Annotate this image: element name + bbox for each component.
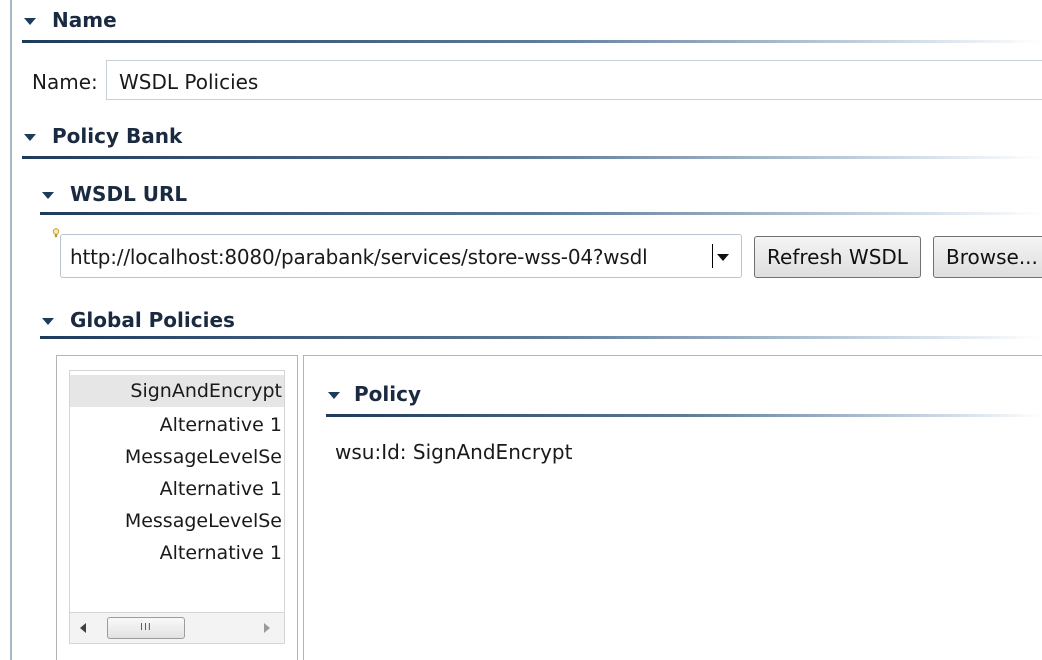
browse-button[interactable]: Browse... [933,236,1042,278]
lightbulb-icon [52,228,60,238]
section-rule [40,212,1042,215]
section-policy-header[interactable]: Policy [326,378,1042,418]
section-name-title: Name [52,8,117,32]
tree-item[interactable]: MessageLevelSe [125,441,284,473]
tree-item[interactable]: SignAndEncrypt [70,375,284,407]
collapse-triangle-icon[interactable] [24,18,36,25]
tree-item[interactable]: Alternative 1 [160,537,284,569]
section-policy-bank-title: Policy Bank [52,124,183,148]
tree-item[interactable]: MessageLevelSe [125,505,284,537]
wsdl-url-combo[interactable]: http://localhost:8080/parabank/services/… [60,234,742,278]
section-rule [40,336,1042,339]
scrollbar-thumb[interactable]: III [107,617,185,639]
section-global-policies-title: Global Policies [70,308,235,332]
tree-item[interactable]: Alternative 1 [160,409,284,441]
horizontal-scrollbar[interactable]: III [69,612,285,644]
name-field-label: Name: [32,70,98,94]
section-rule [22,40,1042,43]
tree-item[interactable]: Alternative 1 [160,473,284,505]
editor-left-border [10,0,12,660]
policy-id-text: wsu:Id: SignAndEncrypt [335,440,573,464]
policy-tree[interactable]: SignAndEncrypt Alternative 1 MessageLeve… [69,370,285,612]
wsdl-url-value: http://localhost:8080/parabank/services/… [70,245,648,269]
collapse-triangle-icon[interactable] [42,318,54,325]
section-name-header[interactable]: Name [22,4,1042,44]
section-wsdl-url-header[interactable]: WSDL URL [40,178,1042,218]
name-input-value: WSDL Policies [119,70,259,94]
scroll-left-arrow-icon[interactable] [80,623,86,633]
section-wsdl-url-title: WSDL URL [70,182,188,206]
section-rule [22,156,1042,159]
section-policy-title: Policy [354,382,422,406]
collapse-triangle-icon[interactable] [24,134,36,141]
scroll-right-arrow-icon[interactable] [264,623,270,633]
section-global-policies-header[interactable]: Global Policies [40,304,1042,344]
dropdown-arrow-icon[interactable] [717,254,729,261]
name-input[interactable]: WSDL Policies [106,60,1042,100]
policy-tree-panel: SignAndEncrypt Alternative 1 MessageLeve… [56,355,298,660]
text-caret [712,244,713,268]
section-rule [326,414,1042,417]
collapse-triangle-icon[interactable] [328,392,340,399]
section-policy-bank-header[interactable]: Policy Bank [22,120,1042,160]
scrollbar-grip: III [140,622,152,633]
refresh-wsdl-button[interactable]: Refresh WSDL [754,236,921,278]
collapse-triangle-icon[interactable] [42,192,54,199]
